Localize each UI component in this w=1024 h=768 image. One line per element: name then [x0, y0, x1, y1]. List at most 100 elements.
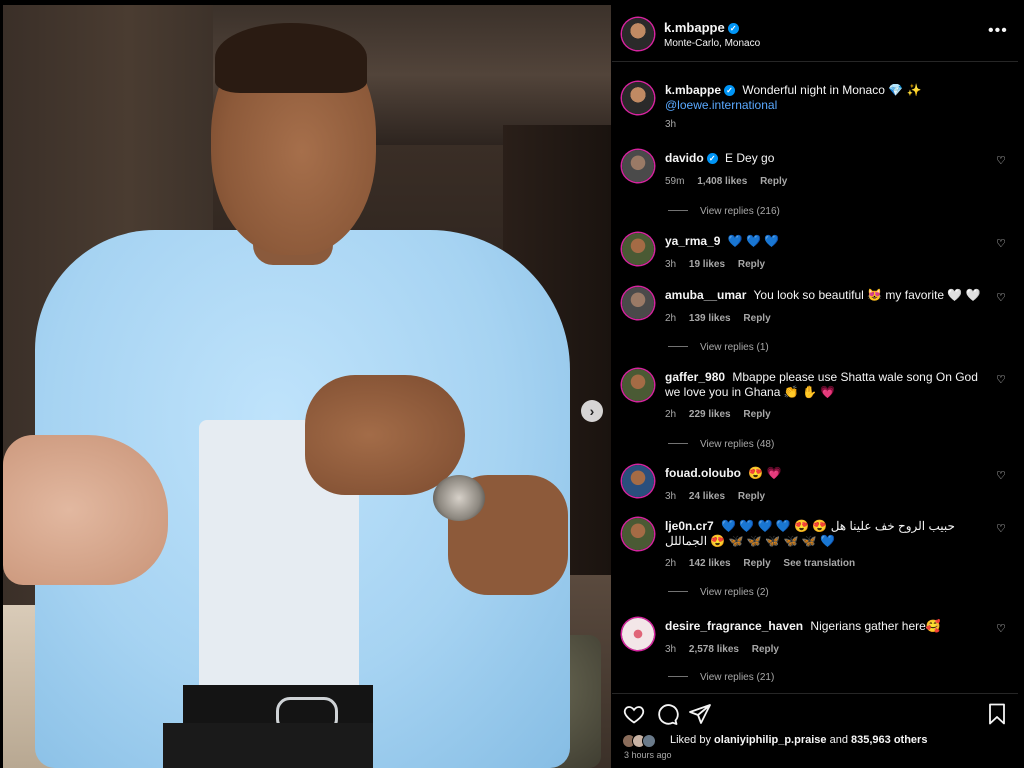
comment-body: davido ✓ E Dey go [665, 151, 985, 166]
comment-username[interactable]: davido ✓ [665, 151, 718, 165]
post-timestamp: 3 hours ago [624, 750, 672, 760]
commenter-avatar[interactable] [622, 233, 654, 265]
comment-reply-button[interactable]: Reply [743, 313, 770, 324]
bookmark-icon[interactable] [985, 702, 1009, 726]
comment-meta: 3h 2,578 likes Reply [665, 644, 789, 655]
commenter-avatar[interactable] [622, 150, 654, 182]
comment-like-heart-icon[interactable]: ♡ [996, 373, 1006, 386]
share-icon[interactable] [688, 702, 712, 726]
replies-divider [668, 210, 688, 211]
photo-person-hair [215, 23, 367, 93]
comment-body: amuba__umar You look so beautiful 😻 my f… [665, 288, 985, 303]
caption-age: 3h [665, 119, 677, 130]
comment-body: gaffer_980 Mbappe please use Shatta wale… [665, 370, 985, 400]
commenter-avatar[interactable] [622, 518, 654, 550]
comment-age: 59m [665, 176, 685, 187]
liked-by-others-link[interactable]: 835,963 others [851, 734, 927, 746]
comment-like-count[interactable]: 229 likes [689, 409, 731, 420]
comment-icon[interactable] [655, 702, 679, 726]
comment-body: lje0n.cr7 💙 💙 💙 💙 😍 😍 حبيب الروح خف علين… [665, 519, 985, 549]
comment-like-count[interactable]: 2,578 likes [689, 644, 739, 655]
comment-age: 3h [665, 491, 677, 502]
comment-like-count[interactable]: 139 likes [689, 313, 731, 324]
caption-meta: 3h [665, 119, 686, 130]
more-options-icon[interactable]: ••• [988, 22, 1008, 40]
comment-username[interactable]: ya_rma_9 [665, 234, 720, 248]
comment-username[interactable]: lje0n.cr7 [665, 519, 714, 533]
author-username[interactable]: k.mbappe [664, 20, 725, 35]
comment-text: You look so beautiful 😻 my favorite 🤍 🤍 [753, 288, 981, 302]
view-replies-label[interactable]: View replies (216) [700, 206, 780, 217]
comment-reply-button[interactable]: Reply [743, 558, 770, 569]
comment-body: ya_rma_9 💙 💙 💙 [665, 234, 985, 249]
photo-person-pants [163, 723, 373, 768]
comment-like-heart-icon[interactable]: ♡ [996, 154, 1006, 167]
photo-person-watch [433, 475, 485, 521]
author-avatar[interactable] [622, 18, 654, 50]
comment-reply-button[interactable]: Reply [760, 176, 787, 187]
comments-list: k.mbappe ✓ Wonderful night in Monaco 💎 ✨ … [612, 62, 1018, 692]
comment-reply-button[interactable]: Reply [752, 644, 779, 655]
comment-meta: 2h 139 likes Reply [665, 313, 781, 324]
liked-by-and: and [829, 734, 848, 746]
view-replies-label[interactable]: View replies (2) [700, 587, 769, 598]
caption-author-avatar[interactable] [622, 82, 654, 114]
verified-badge-icon: ✓ [724, 85, 736, 96]
view-replies-label[interactable]: View replies (21) [700, 672, 774, 683]
verified-badge-icon: ✓ [706, 153, 718, 164]
comment-like-heart-icon[interactable]: ♡ [996, 622, 1006, 635]
comment-like-count[interactable]: 24 likes [689, 491, 725, 502]
comment-text: 💙 💙 💙 [727, 234, 780, 248]
comment-meta: 3h 24 likes Reply [665, 491, 775, 502]
commenter-avatar[interactable] [622, 287, 654, 319]
comment-like-heart-icon[interactable]: ♡ [996, 237, 1006, 250]
commenter-avatar[interactable] [622, 369, 654, 401]
comment-username[interactable]: desire_fragrance_haven [665, 619, 803, 633]
caption-mention-link[interactable]: @loewe.international [665, 98, 777, 112]
comment-body: fouad.oloubo 😍 💗 [665, 466, 985, 481]
comment-meta: 2h 142 likes Reply See translation [665, 558, 865, 569]
comment-like-count[interactable]: 142 likes [689, 558, 731, 569]
caption-author-name[interactable]: k.mbappe [665, 83, 721, 97]
replies-divider [668, 443, 688, 444]
see-translation-button[interactable]: See translation [783, 558, 855, 569]
commenter-avatar[interactable] [622, 618, 654, 650]
author-username-row[interactable]: k.mbappe ✓ [664, 20, 739, 35]
comment-username[interactable]: gaffer_980 [665, 370, 725, 384]
liked-by-user-link[interactable]: olaniyiphilip_p.praise [714, 734, 826, 746]
chevron-right-icon[interactable]: › [581, 400, 603, 422]
heart-icon[interactable] [622, 702, 646, 726]
view-replies-button[interactable]: View replies (21) [668, 672, 774, 683]
comment-age: 2h [665, 313, 677, 324]
comment-meta: 2h 229 likes Reply [665, 409, 781, 420]
view-replies-button[interactable]: View replies (2) [668, 587, 769, 598]
view-replies-label[interactable]: View replies (1) [700, 342, 769, 353]
view-replies-button[interactable]: View replies (1) [668, 342, 769, 353]
comment-reply-button[interactable]: Reply [738, 491, 765, 502]
comment-like-count[interactable]: 1,408 likes [697, 176, 747, 187]
comment-reply-button[interactable]: Reply [743, 409, 770, 420]
post-location[interactable]: Monte-Carlo, Monaco [664, 38, 760, 49]
comment-username-text[interactable]: davido [665, 151, 704, 165]
replies-divider [668, 591, 688, 592]
view-replies-label[interactable]: View replies (48) [700, 439, 774, 450]
comment-age: 2h [665, 558, 677, 569]
view-replies-button[interactable]: View replies (48) [668, 439, 774, 450]
likes-summary: Liked by olaniyiphilip_p.praise and 835,… [622, 732, 1018, 752]
comment-like-count[interactable]: 19 likes [689, 259, 725, 270]
caption-author[interactable]: k.mbappe ✓ [665, 83, 736, 97]
caption-body: k.mbappe ✓ Wonderful night in Monaco 💎 ✨ … [665, 83, 985, 113]
photo-person-hand [305, 375, 465, 495]
comment-age: 2h [665, 409, 677, 420]
comment-username[interactable]: amuba__umar [665, 288, 746, 302]
comment-like-heart-icon[interactable]: ♡ [996, 469, 1006, 482]
comment-username[interactable]: fouad.oloubo [665, 466, 741, 480]
comment-reply-button[interactable]: Reply [738, 259, 765, 270]
view-replies-button[interactable]: View replies (216) [668, 206, 780, 217]
comment-meta: 59m 1,408 likes Reply [665, 176, 797, 187]
commenter-avatar[interactable] [622, 465, 654, 497]
caption-text: Wonderful night in Monaco 💎 ✨ [742, 83, 922, 97]
comment-like-heart-icon[interactable]: ♡ [996, 291, 1006, 304]
post-side-panel: k.mbappe ✓ Monte-Carlo, Monaco ••• k.mbap… [612, 5, 1018, 768]
comment-like-heart-icon[interactable]: ♡ [996, 522, 1006, 535]
